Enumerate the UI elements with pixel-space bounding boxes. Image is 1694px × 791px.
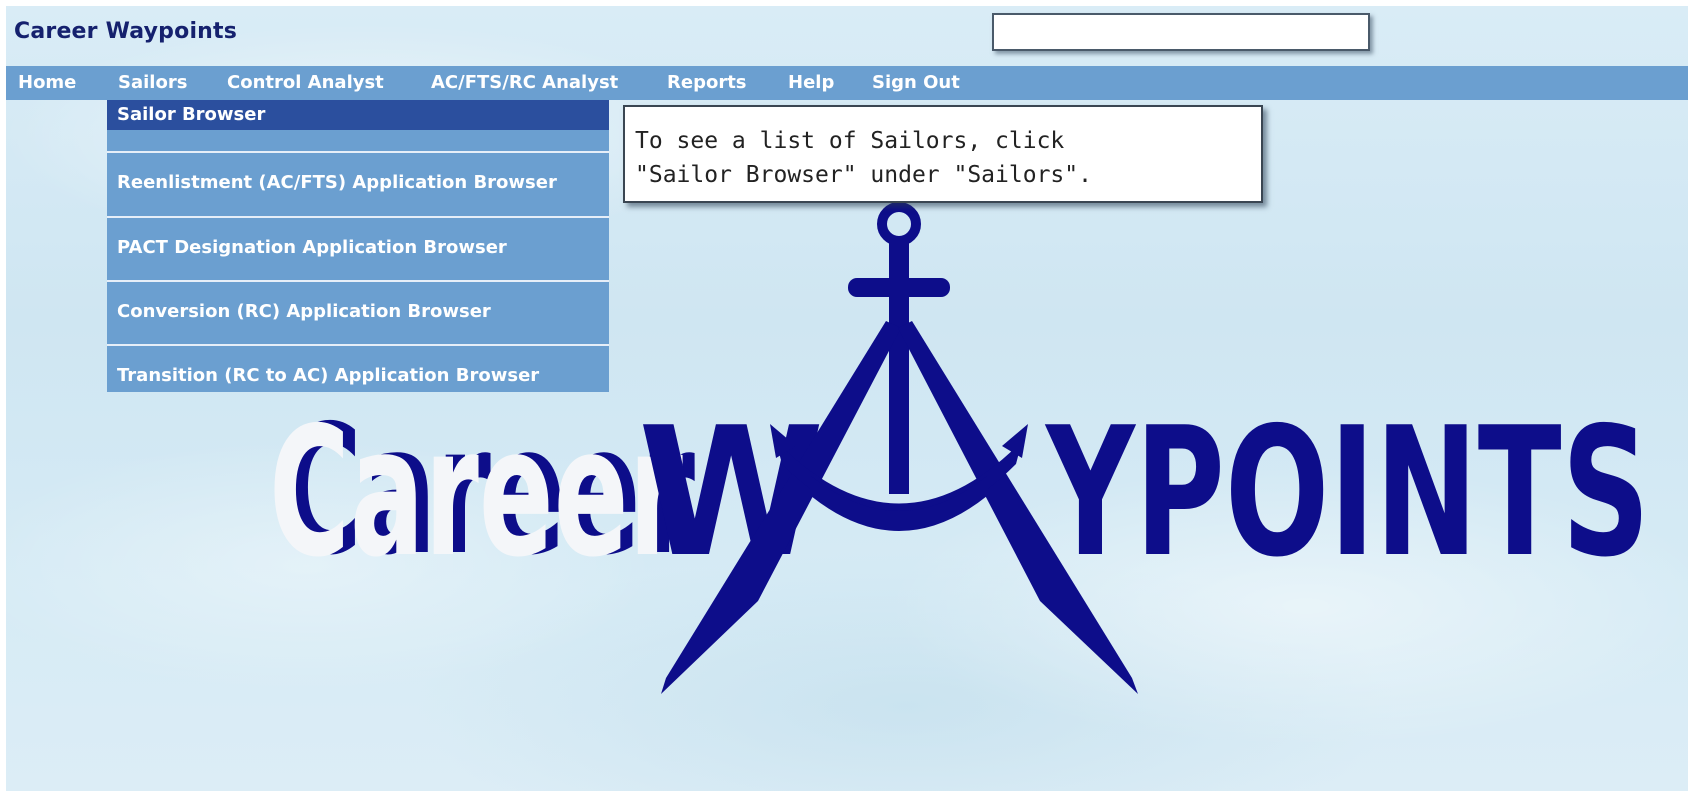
- dropdown-divider: [107, 280, 609, 282]
- sailors-dropdown-menu: Sailor Browser Reenlistment (AC/FTS) App…: [107, 100, 609, 392]
- dropdown-item-conversion-browser[interactable]: Conversion (RC) Application Browser: [107, 297, 609, 327]
- dropdown-item-pact-designation-browser[interactable]: PACT Designation Application Browser: [107, 233, 609, 263]
- tooltip-line-2: "Sailor Browser" under "Sailors".: [635, 162, 1092, 188]
- dropdown-item-sailor-browser[interactable]: Sailor Browser: [107, 100, 609, 130]
- dropdown-item-reenlistment-browser[interactable]: Reenlistment (AC/FTS) Application Browse…: [107, 168, 609, 198]
- dropdown-item-transition-browser[interactable]: Transition (RC to AC) Application Browse…: [107, 361, 609, 391]
- dropdown-divider: [107, 151, 609, 153]
- dropdown-divider: [107, 344, 609, 346]
- logo-ypoints: YPOINTS: [1044, 390, 1650, 597]
- tooltip-line-1: To see a list of Sailors, click: [635, 128, 1065, 154]
- help-tooltip: To see a list of Sailors, click "Sailor …: [623, 105, 1263, 203]
- logo-career: Career: [269, 389, 683, 596]
- dropdown-divider: [107, 216, 609, 218]
- app-window: Career Waypoints Home Sailors Control An…: [6, 6, 1688, 791]
